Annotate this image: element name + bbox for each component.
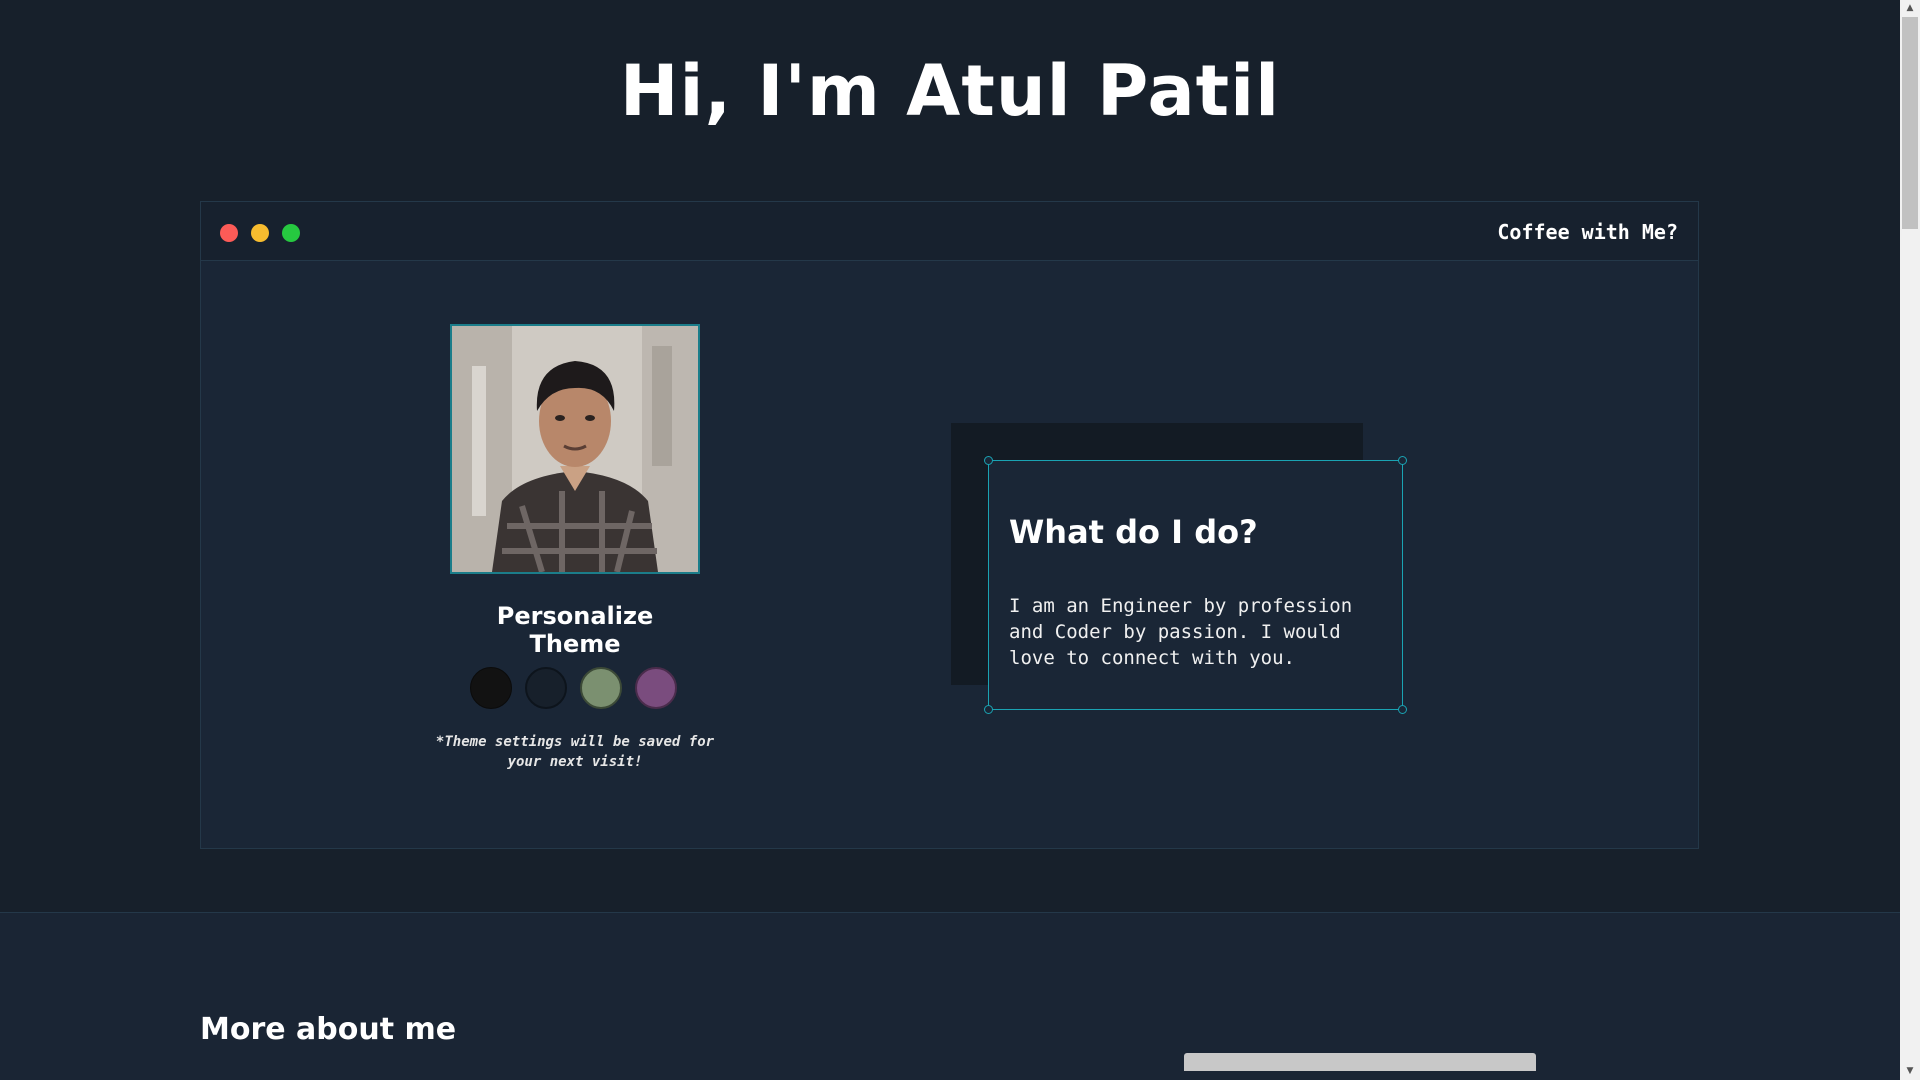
profile-photo	[450, 324, 700, 574]
resize-handle-icon[interactable]	[984, 456, 993, 465]
card-text: I am an Engineer by profession and Coder…	[1009, 595, 1353, 669]
portfolio-page: Hi, I'm Atul Patil Coffee with Me? Perso…	[0, 0, 1900, 1080]
personalize-theme-heading: Personalize Theme	[496, 602, 654, 658]
content-placeholder-bar	[1184, 1053, 1536, 1071]
theme-save-note: *Theme settings will be saved for your n…	[435, 734, 715, 770]
resize-handle-icon[interactable]	[984, 705, 993, 714]
resize-handle-icon[interactable]	[1398, 456, 1407, 465]
coffee-with-me-link[interactable]: Coffee with Me?	[1497, 220, 1678, 244]
page-scrollbar[interactable]: ▲ ▼	[1900, 0, 1920, 1080]
more-about-section	[0, 913, 1900, 1080]
theme-swatch-navy[interactable]	[525, 667, 567, 709]
scrollbar-thumb[interactable]	[1902, 17, 1918, 229]
maximize-dot-icon	[282, 224, 300, 242]
close-dot-icon	[220, 224, 238, 242]
resize-handle-icon[interactable]	[1398, 705, 1407, 714]
theme-swatch-plum[interactable]	[635, 667, 677, 709]
scroll-up-arrow-icon[interactable]: ▲	[1900, 0, 1920, 17]
theme-swatch-black[interactable]	[470, 667, 512, 709]
hero-title: Hi, I'm Atul Patil	[619, 50, 1281, 132]
window-titlebar: Coffee with Me?	[201, 202, 1698, 261]
what-do-i-do-card: What do I do? I am an Engineer by profes…	[984, 456, 1407, 714]
person-portrait-icon	[452, 326, 698, 572]
more-about-heading: More about me	[200, 1012, 457, 1047]
scroll-down-arrow-icon[interactable]: ▼	[1900, 1063, 1920, 1080]
minimize-dot-icon	[251, 224, 269, 242]
theme-swatch-sage[interactable]	[580, 667, 622, 709]
terminal-window: Coffee with Me? Personalize Theme *Theme…	[200, 201, 1699, 849]
card-title: What do I do?	[1009, 513, 1258, 551]
